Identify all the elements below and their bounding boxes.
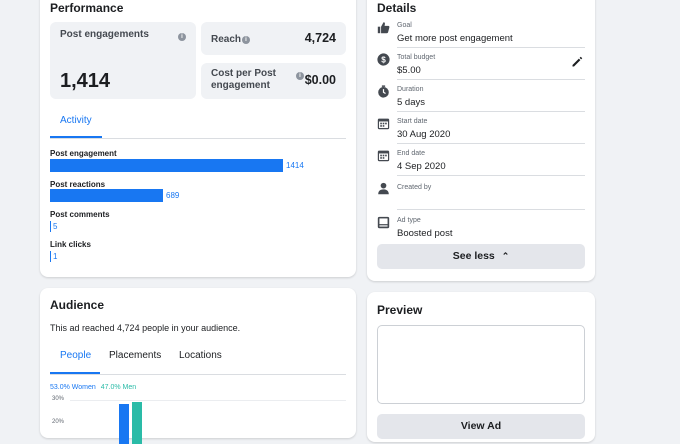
see-less-button[interactable]: See less ⌃ [377,244,585,269]
detail-row-ad-type: Ad type Boosted post [377,215,585,243]
men-bar [132,402,142,444]
tab-placements[interactable]: Placements [109,350,161,361]
tab-activity[interactable]: Activity [60,115,92,126]
cost-per-label-line2: engagement [211,80,270,91]
women-bar [119,404,129,444]
detail-row-end-date: End date 4 Sep 2020 [377,148,585,178]
bar-label-post-reactions: Post reactions [50,180,106,189]
tab-locations[interactable]: Locations [179,350,222,361]
view-ad-button[interactable]: View Ad [377,414,585,439]
cost-per-engagement-metric: Cost per Post engagement i $0.00 [201,63,346,99]
detail-key-end-date: End date [397,150,426,157]
bar-value-post-comments: 5 [53,222,58,231]
axis-tick-30: 30% [52,396,65,402]
detail-value-start-date: 30 Aug 2020 [397,129,451,140]
detail-separator [397,47,585,48]
performance-card: Performance Post engagements i 1,414 Rea… [40,0,356,277]
reach-value: 4,724 [304,31,336,45]
detail-value-goal: Get more post engagement [397,33,513,44]
detail-key-created-by: Created by [397,184,432,191]
reach-label: Reach [211,34,242,45]
bar-link-clicks [50,251,51,262]
men-legend: 47.0% Men [100,384,137,391]
clock-icon [378,85,389,98]
info-icon[interactable]: i [296,72,304,80]
detail-value-ad-type: Boosted post [397,228,453,239]
tab-divider [50,138,346,139]
preview-title: Preview [377,303,423,317]
calendar-icon [377,118,390,130]
bar-label-post-engagement: Post engagement [50,149,117,158]
detail-key-goal: Goal [397,22,412,29]
detail-key-start-date: Start date [397,118,428,125]
thumbs-up-icon [377,22,390,34]
preview-frame [377,325,585,404]
detail-separator [397,111,585,112]
reach-text-count: 4,724 [117,323,140,333]
edit-pencil-icon[interactable] [571,56,583,68]
calendar-icon [377,150,390,162]
gender-legend: 53.0% Women 47.0% Men [50,384,136,391]
preview-card: Preview View Ad [367,292,595,442]
post-engagements-metric: Post engagements i 1,414 [50,22,196,99]
reach-metric: Reach i 4,724 [201,22,346,55]
ad-type-icon [377,216,390,229]
svg-text:$: $ [381,55,386,64]
bar-label-post-comments: Post comments [50,210,110,219]
audience-reach-text: This ad reached 4,724 people in your aud… [50,323,240,333]
details-title: Details [377,1,417,15]
detail-separator [397,79,585,80]
axis-tick-20: 20% [52,419,65,425]
detail-row-goal: Goal Get more post engagement [377,20,585,50]
detail-row-budget: $ Total budget $5.00 [377,52,585,82]
reach-text-prefix: This ad reached [50,323,118,333]
tab-people[interactable]: People [60,350,91,361]
bar-value-post-reactions: 689 [166,191,180,200]
gridline [70,400,346,401]
detail-key-ad-type: Ad type [397,217,421,224]
details-card: Details Goal Get more post engagement $ … [367,0,595,281]
women-legend: 53.0% Women [50,384,96,391]
reach-text-suffix: people in your audience. [139,323,241,333]
detail-separator [397,175,585,176]
detail-row-created-by: Created by [377,180,585,210]
detail-value-budget: $5.00 [397,65,421,76]
tab-divider [50,374,346,375]
cost-per-label-line1: Cost per Post [211,68,277,79]
bar-value-link-clicks: 1 [53,252,58,261]
detail-key-budget: Total budget [397,54,436,61]
post-engagements-value: 1,414 [60,70,111,92]
chevron-up-icon: ⌃ [501,251,510,261]
performance-title: Performance [50,1,124,15]
detail-key-duration: Duration [397,86,424,93]
bar-post-reactions [50,189,163,202]
audience-title: Audience [50,298,105,312]
detail-row-start-date: Start date 30 Aug 2020 [377,116,585,146]
bar-post-comments [50,221,51,232]
detail-row-duration: Duration 5 days [377,84,585,114]
see-less-label: See less [452,250,495,262]
bar-post-engagement [50,159,283,172]
info-icon[interactable]: i [178,33,186,41]
detail-separator [397,143,585,144]
detail-separator [397,209,585,210]
audience-card: Audience This ad reached 4,724 people in… [40,288,356,444]
bar-value-post-engagement: 1414 [286,161,304,170]
info-icon[interactable]: i [242,36,250,44]
bar-label-link-clicks: Link clicks [50,240,91,249]
dollar-icon: $ [377,53,390,66]
detail-value-duration: 5 days [397,97,425,108]
detail-value-end-date: 4 Sep 2020 [397,161,446,172]
person-icon [378,182,389,195]
post-engagements-label: Post engagements [60,29,149,40]
cost-per-value: $0.00 [304,73,336,87]
